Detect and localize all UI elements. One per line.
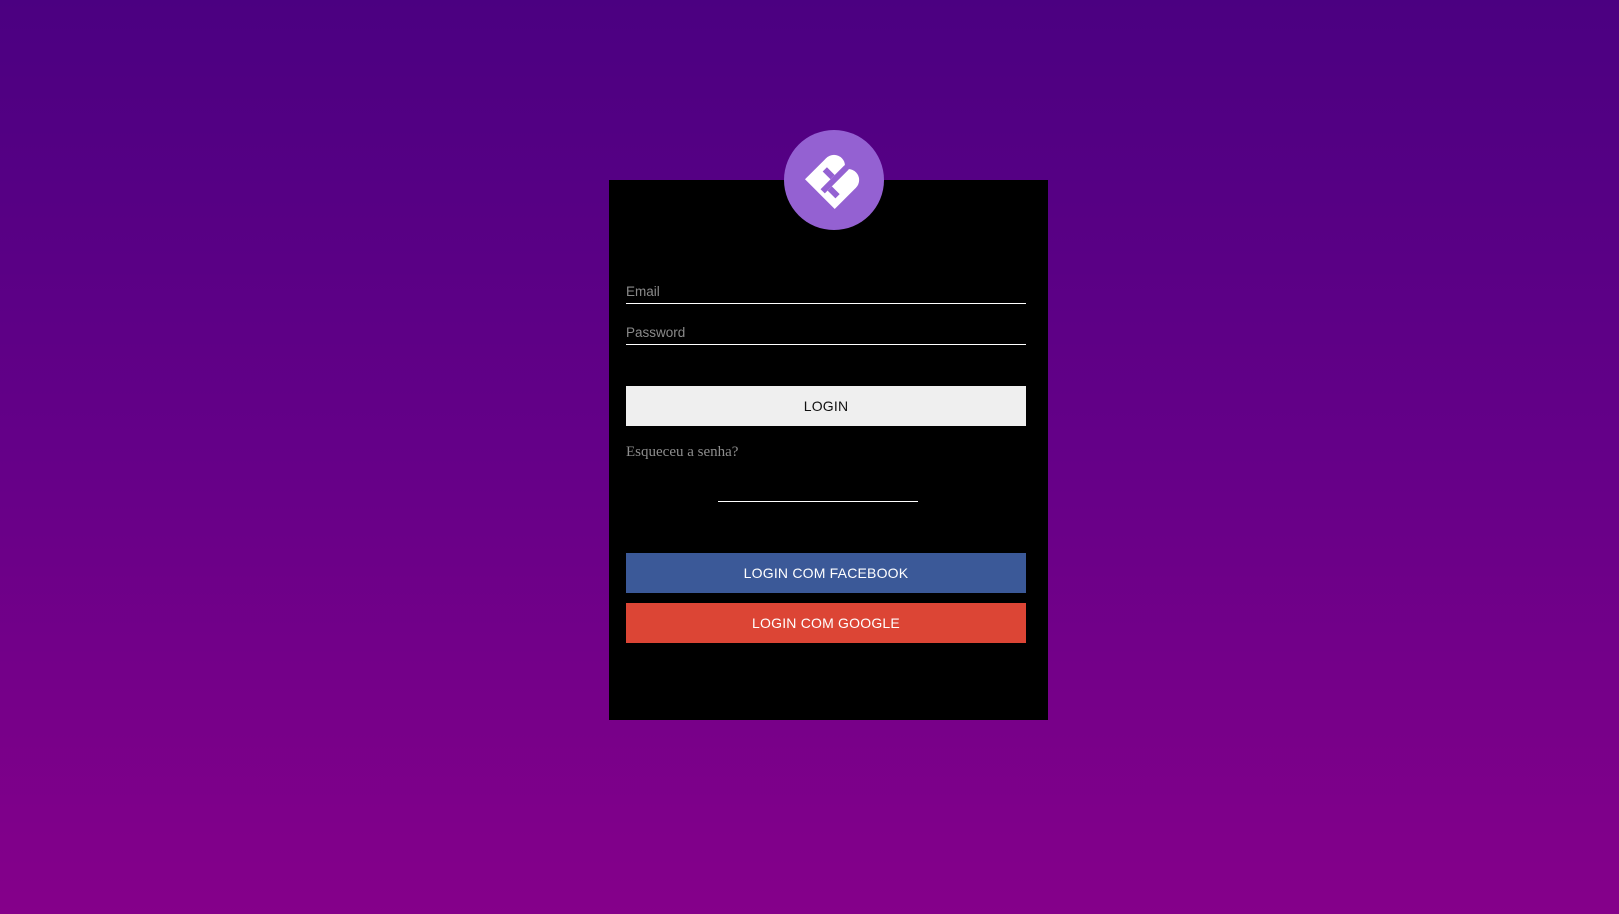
login-card: LOGIN Esqueceu a senha? LOGIN COM FACEBO… xyxy=(609,180,1048,720)
divider xyxy=(718,501,918,502)
heart-logo-icon xyxy=(805,154,860,209)
forgot-password-link[interactable]: Esqueceu a senha? xyxy=(626,444,738,461)
google-login-button[interactable]: LOGIN COM GOOGLE xyxy=(626,603,1026,643)
password-field[interactable] xyxy=(626,320,1026,345)
login-button[interactable]: LOGIN xyxy=(626,386,1026,426)
facebook-login-button[interactable]: LOGIN COM FACEBOOK xyxy=(626,553,1026,593)
app-logo xyxy=(784,130,884,230)
email-field[interactable] xyxy=(626,279,1026,304)
